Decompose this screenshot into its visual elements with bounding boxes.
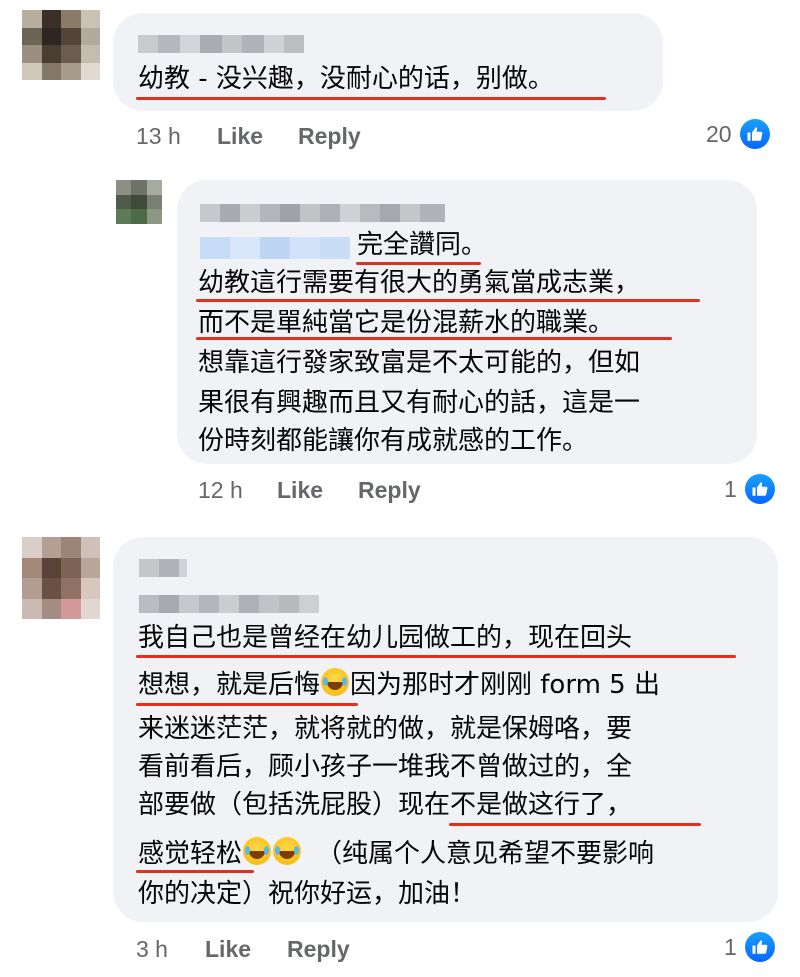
red-underline-annotation xyxy=(196,337,672,340)
like-thumbs-up-icon xyxy=(744,474,775,504)
comment-text-line: 幼教這行需要有很大的勇氣當成志業， xyxy=(198,268,641,298)
red-underline-annotation xyxy=(136,703,358,706)
blurred-mention-tag[interactable] xyxy=(200,237,350,259)
reaction-count[interactable]: 1 xyxy=(724,932,775,962)
comment-text-segment: 因为那时才刚刚 form 5 出 xyxy=(350,670,660,700)
reaction-count-number: 20 xyxy=(706,120,732,147)
comment-text-line: 幼教 - 没兴趣，没耐心的话，别做。 xyxy=(138,64,554,94)
comment-text-line: 完全讚同。 xyxy=(357,230,488,260)
comment-text-line: 来迷迷茫茫，就将就的做，就是保姆咯，要 xyxy=(138,714,633,744)
comment-text-line: 想想，就是后悔 因为那时才刚刚 form 5 出 xyxy=(138,664,660,706)
laughing-tears-emoji xyxy=(243,837,272,865)
like-button[interactable]: Like xyxy=(205,936,251,963)
avatar[interactable] xyxy=(116,180,162,224)
laughing-tears-emoji xyxy=(273,837,302,865)
reaction-count-number: 1 xyxy=(724,933,737,960)
red-underline-annotation xyxy=(136,97,606,100)
reply-button[interactable]: Reply xyxy=(358,477,421,504)
red-underline-annotation xyxy=(449,823,701,826)
comment-text-line: 果很有興趣而且又有耐心的話，這是一 xyxy=(198,388,641,418)
like-thumbs-up-icon xyxy=(744,932,775,962)
blurred-author-name-line-2[interactable] xyxy=(139,595,319,613)
comment-text-line: 部要做（包括洗屁股）现在不是做这行了， xyxy=(138,790,633,820)
reply-button[interactable]: Reply xyxy=(287,936,350,963)
comment-text-segment: 感觉轻松 xyxy=(138,839,243,869)
like-thumbs-up-icon xyxy=(739,119,770,149)
comment-text-line: 你的决定）祝你好运，加油！ xyxy=(138,879,477,909)
reaction-count[interactable]: 1 xyxy=(724,474,775,504)
comment-timestamp[interactable]: 12 h xyxy=(198,477,243,504)
blurred-author-name[interactable] xyxy=(138,35,304,53)
avatar[interactable] xyxy=(22,10,100,80)
avatar[interactable] xyxy=(22,537,100,619)
comment-timestamp[interactable]: 13 h xyxy=(136,123,181,150)
laughing-tears-emoji xyxy=(321,668,350,696)
reply-button[interactable]: Reply xyxy=(298,123,361,150)
comment-text-line: 份時刻都能讓你有成就感的工作。 xyxy=(198,426,589,456)
blurred-author-name[interactable] xyxy=(139,559,187,577)
reaction-count-number: 1 xyxy=(724,475,737,502)
red-underline-annotation xyxy=(136,655,736,658)
comment-timestamp[interactable]: 3 h xyxy=(136,936,168,963)
blurred-author-name[interactable] xyxy=(200,204,445,222)
comment-text-segment: 想想，就是后悔 xyxy=(138,670,321,700)
comment-text-line: 想靠這行發家致富是不太可能的，但如 xyxy=(198,348,641,378)
comment-text-segment: （纯属个人意见希望不要影响 xyxy=(316,839,655,869)
like-button[interactable]: Like xyxy=(277,477,323,504)
reaction-count[interactable]: 20 xyxy=(706,119,770,149)
comment-text-line: 看前看后，顾小孩子一堆我不曾做过的，全 xyxy=(138,752,633,782)
like-button[interactable]: Like xyxy=(217,123,263,150)
comment-text-line: 感觉轻松 （纯属个人意见希望不要影响 xyxy=(138,833,654,875)
comment-text-line: 我自己也是曾经在幼儿园做工的，现在回头 xyxy=(138,623,633,653)
